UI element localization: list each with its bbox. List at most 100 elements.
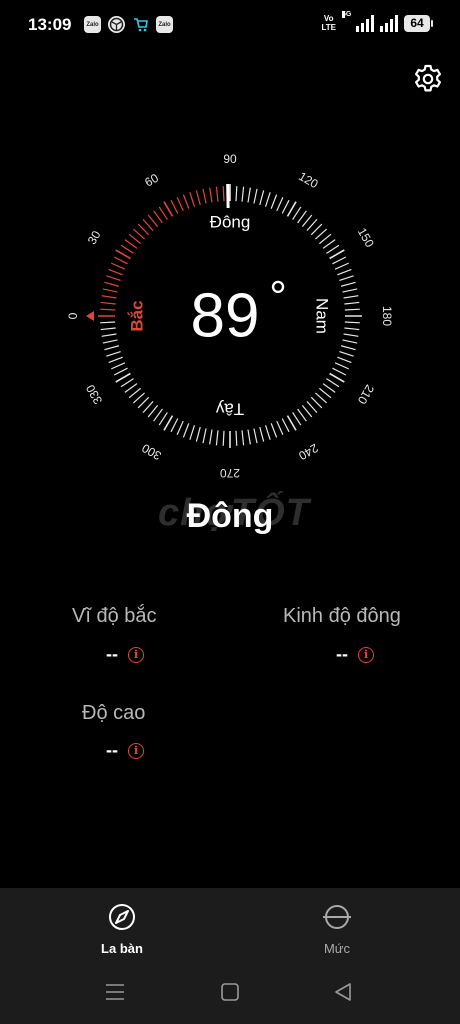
compass-tick xyxy=(306,401,318,414)
compass-tick xyxy=(310,396,323,409)
compass-tick xyxy=(297,210,307,224)
volte-indicator: Vo LTE xyxy=(321,14,336,32)
compass-tick xyxy=(101,295,117,299)
compass-tick xyxy=(235,186,238,202)
zalo-notification-icon: Zalo xyxy=(84,16,101,33)
compass-tick xyxy=(100,327,116,331)
system-status-icons: Vo LTE 5G 64 xyxy=(321,11,433,32)
cardinal-west-label: Tây xyxy=(215,400,244,419)
compass-tick xyxy=(241,430,245,446)
home-icon[interactable] xyxy=(221,983,239,1001)
degree-label: 90 xyxy=(223,152,237,166)
compass-tick xyxy=(259,426,265,442)
latitude-value-row: -- i xyxy=(106,644,144,665)
settings-button[interactable] xyxy=(412,63,444,95)
compass-tick xyxy=(222,186,225,202)
compass-tick xyxy=(137,396,150,409)
compass-tick xyxy=(253,188,258,204)
compass-tick xyxy=(115,249,131,260)
compass-tick xyxy=(281,418,290,433)
compass-tick xyxy=(286,201,297,217)
degree-label: 270 xyxy=(220,466,240,480)
compass-tick xyxy=(264,425,271,440)
longitude-value: -- xyxy=(336,644,348,664)
compass-tick xyxy=(301,404,313,418)
compass-tick xyxy=(202,188,207,204)
shopping-cart-notification-icon xyxy=(132,16,149,33)
compass-tick xyxy=(104,281,120,287)
compass-tick xyxy=(189,192,196,207)
tab-compass[interactable]: La bàn xyxy=(62,902,182,956)
compass-tick xyxy=(318,387,332,399)
recent-apps-icon[interactable] xyxy=(106,984,124,1000)
compass-tick xyxy=(101,333,117,337)
compass-tick xyxy=(120,378,134,388)
back-icon[interactable] xyxy=(335,983,351,1001)
compass-tick xyxy=(322,239,336,249)
degree-label: 30 xyxy=(85,228,104,247)
compass-tick xyxy=(209,187,213,203)
compass-tick xyxy=(329,249,345,260)
compass-icon xyxy=(109,904,135,930)
compass-tick xyxy=(153,210,163,224)
compass-tick xyxy=(292,412,302,426)
compass-tick xyxy=(344,308,360,311)
compass-tick xyxy=(315,228,328,240)
compass-tick xyxy=(132,228,145,240)
compass-tick xyxy=(170,199,179,214)
compass-tick xyxy=(132,392,145,404)
compass-tick xyxy=(108,268,123,276)
latitude-label: Vĩ độ bắc xyxy=(72,605,157,627)
compass-tick xyxy=(326,244,340,254)
compass-tick xyxy=(264,192,271,207)
compass-tick xyxy=(147,214,159,228)
degree-symbol: ° xyxy=(269,273,287,322)
compass-tick xyxy=(337,356,352,364)
compass-tick xyxy=(215,430,219,446)
compass-tick xyxy=(322,383,336,393)
compass-tick xyxy=(332,367,347,376)
compass-tick xyxy=(176,196,184,212)
compass-tick xyxy=(115,372,131,383)
tab-level-label: Mức xyxy=(323,941,351,956)
compass-tick xyxy=(113,256,128,265)
compass-tick xyxy=(182,194,190,209)
degree-label: 330 xyxy=(83,382,105,407)
battery-icon: 64 xyxy=(404,14,433,32)
status-bar: 13:09 Zalo Zalo Vo LTE 5G 64 xyxy=(0,0,460,52)
compass-tick xyxy=(337,268,352,276)
compass-tick xyxy=(158,412,168,426)
direction-name: Đông xyxy=(186,497,274,535)
tab-compass-label: La bàn xyxy=(101,941,143,956)
compass-tick xyxy=(124,239,138,249)
latitude-info-icon[interactable]: i xyxy=(128,646,144,663)
compass-tick xyxy=(106,275,121,282)
longitude-info-icon[interactable]: i xyxy=(358,646,374,663)
compass-tick xyxy=(342,339,358,344)
compass-tick xyxy=(247,187,251,203)
altitude-label: Độ cao xyxy=(82,702,146,724)
compass-tick xyxy=(128,387,142,399)
compass-tick xyxy=(106,350,121,357)
volte-top-label: Vo xyxy=(323,14,334,23)
altitude-info-icon[interactable]: i xyxy=(128,742,144,759)
signal-icon xyxy=(380,14,398,32)
compass-tick xyxy=(137,223,150,236)
compass-dial: 0 30 60 90 120 150 180 210 240 270 300 330 Bắc Đông… xyxy=(66,152,394,480)
compass-tick xyxy=(339,350,354,357)
degree-label: 210 xyxy=(355,382,377,407)
compass-tick xyxy=(276,196,284,212)
compass-tick xyxy=(209,429,213,445)
level-icon xyxy=(323,905,351,929)
altitude-value-row: -- i xyxy=(106,740,144,761)
compass-tick xyxy=(344,327,360,331)
compass-tick xyxy=(247,429,251,445)
compass-tick xyxy=(182,423,190,438)
compass-tick xyxy=(270,423,278,438)
latitude-value: -- xyxy=(106,644,118,664)
compass-tick xyxy=(147,404,159,418)
compass-tick xyxy=(100,321,116,324)
tab-level[interactable]: Mức xyxy=(277,902,397,956)
compass-tick xyxy=(310,223,323,236)
degree-label: 300 xyxy=(139,441,164,463)
